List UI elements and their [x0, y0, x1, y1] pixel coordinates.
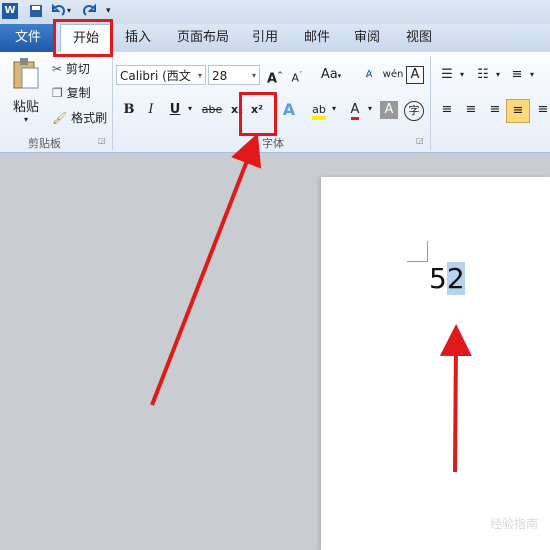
annotation-arrows: [150, 133, 472, 473]
arrow-to-selection: [439, 324, 472, 473]
arrow-to-superscript: [150, 133, 262, 406]
watermark: 经验指南: [489, 517, 538, 531]
